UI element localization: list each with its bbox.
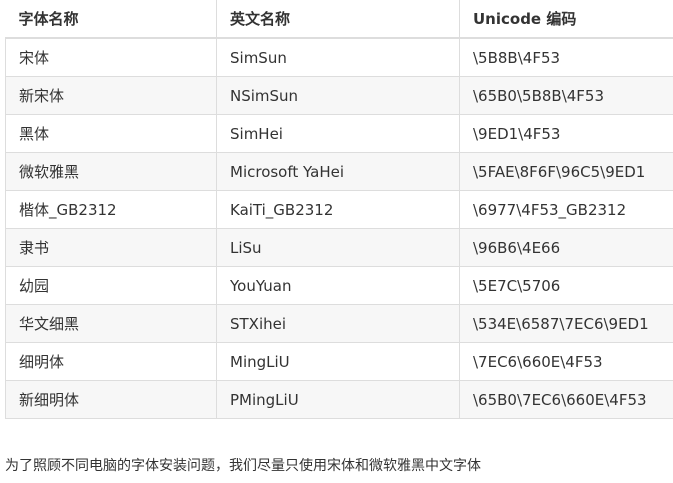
cell-english-name: STXihei (216, 304, 460, 343)
font-table: 字体名称 英文名称 Unicode 编码 宋体 SimSun \5B8B\4F5… (5, 0, 673, 419)
cell-unicode: \7EC6\660E\4F53 (459, 342, 673, 381)
table-row: 华文细黑 STXihei \534E\6587\7EC6\9ED1 (5, 304, 673, 343)
cell-english-name: KaiTi_GB2312 (216, 190, 460, 229)
cell-chinese-name: 宋体 (5, 37, 217, 77)
cell-english-name: YouYuan (216, 266, 460, 305)
cell-chinese-name: 幼园 (5, 266, 217, 305)
cell-unicode: \5B8B\4F53 (459, 37, 673, 77)
table-row: 楷体_GB2312 KaiTi_GB2312 \6977\4F53_GB2312 (5, 190, 673, 229)
table-row: 新细明体 PMingLiU \65B0\7EC6\660E\4F53 (5, 380, 673, 419)
cell-chinese-name: 黑体 (5, 114, 217, 153)
cell-english-name: PMingLiU (216, 380, 460, 419)
cell-chinese-name: 华文细黑 (5, 304, 217, 343)
cell-chinese-name: 新宋体 (5, 76, 217, 115)
font-usage-note: 为了照顾不同电脑的字体安装问题，我们尽量只使用宋体和微软雅黑中文字体 (5, 458, 481, 474)
cell-chinese-name: 楷体_GB2312 (5, 190, 217, 229)
table-row: 新宋体 NSimSun \65B0\5B8B\4F53 (5, 76, 673, 115)
cell-english-name: MingLiU (216, 342, 460, 381)
table-header-row: 字体名称 英文名称 Unicode 编码 (5, 0, 673, 39)
cell-chinese-name: 细明体 (5, 342, 217, 381)
column-header-chinese-name: 字体名称 (5, 0, 217, 39)
cell-chinese-name: 新细明体 (5, 380, 217, 419)
cell-unicode: \96B6\4E66 (459, 228, 673, 267)
table-row: 宋体 SimSun \5B8B\4F53 (5, 37, 673, 77)
cell-unicode: \5FAE\8F6F\96C5\9ED1 (459, 152, 673, 191)
cell-english-name: NSimSun (216, 76, 460, 115)
cell-unicode: \9ED1\4F53 (459, 114, 673, 153)
cell-unicode: \65B0\7EC6\660E\4F53 (459, 380, 673, 419)
cell-english-name: SimSun (216, 37, 460, 77)
cell-english-name: Microsoft YaHei (216, 152, 460, 191)
table-row: 幼园 YouYuan \5E7C\5706 (5, 266, 673, 305)
cell-unicode: \6977\4F53_GB2312 (459, 190, 673, 229)
table-row: 隶书 LiSu \96B6\4E66 (5, 228, 673, 267)
cell-unicode: \5E7C\5706 (459, 266, 673, 305)
table-row: 微软雅黑 Microsoft YaHei \5FAE\8F6F\96C5\9ED… (5, 152, 673, 191)
cell-unicode: \65B0\5B8B\4F53 (459, 76, 673, 115)
cell-chinese-name: 微软雅黑 (5, 152, 217, 191)
cell-chinese-name: 隶书 (5, 228, 217, 267)
column-header-unicode: Unicode 编码 (459, 0, 673, 39)
column-header-english-name: 英文名称 (216, 0, 460, 39)
table-row: 细明体 MingLiU \7EC6\660E\4F53 (5, 342, 673, 381)
cell-english-name: SimHei (216, 114, 460, 153)
cell-english-name: LiSu (216, 228, 460, 267)
table-row: 黑体 SimHei \9ED1\4F53 (5, 114, 673, 153)
cell-unicode: \534E\6587\7EC6\9ED1 (459, 304, 673, 343)
